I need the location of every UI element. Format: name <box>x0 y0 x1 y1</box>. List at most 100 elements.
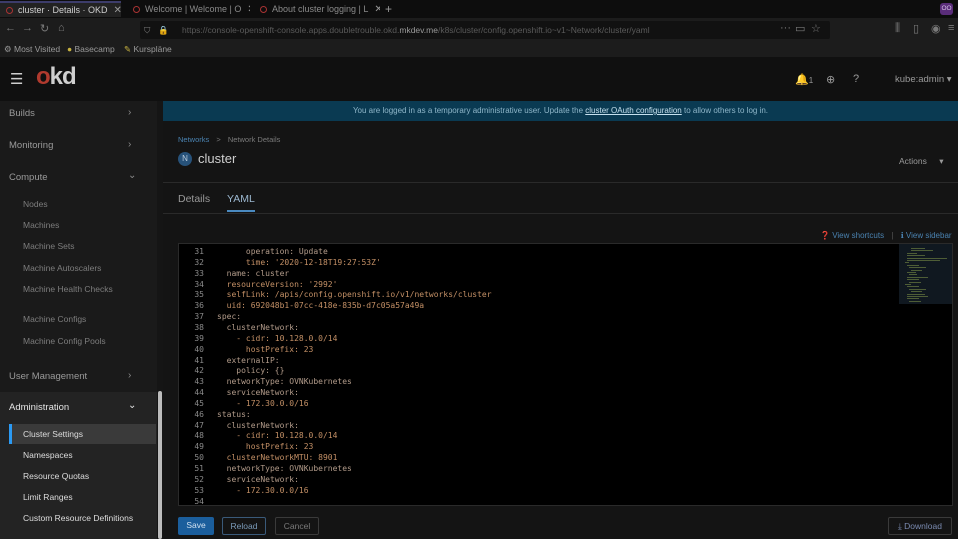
account-icon[interactable]: ◉ <box>931 22 941 35</box>
sidebar-item-machine-configs[interactable]: Machine Configs <box>23 314 86 324</box>
sidebar-item-machine-health-checks[interactable]: Machine Health Checks <box>23 284 113 294</box>
sidebar-item-nodes[interactable]: Nodes <box>23 199 48 209</box>
code-line[interactable]: spec: <box>217 312 241 321</box>
line-number: 38 <box>194 322 204 332</box>
line-number: 44 <box>194 388 204 398</box>
sidebar-section-builds[interactable]: Builds <box>9 108 35 119</box>
code-line[interactable]: - cidr: 10.128.0.0/14 <box>217 334 337 343</box>
oauth-config-link[interactable]: cluster OAuth configuration <box>585 106 682 115</box>
sidebar-icon[interactable]: ▯ <box>913 22 919 35</box>
code-line[interactable]: clusterNetwork: <box>217 421 299 430</box>
code-line[interactable]: resourceVersion: '2992' <box>217 280 338 289</box>
tab-yaml[interactable]: YAML <box>227 193 255 212</box>
bookmark-kursplaene[interactable]: ✎ Kurspläne <box>124 44 172 55</box>
yaml-editor[interactable]: 31 32 33 34 35 36 37 38 39 40 41 42 43 44 45 46 47 48 49 50… <box>178 243 953 506</box>
code-line[interactable]: networkType: OVNKubernetes <box>217 464 352 473</box>
code-line[interactable]: name: cluster <box>217 269 290 278</box>
line-number: 32 <box>194 257 204 267</box>
minimap-line <box>911 291 923 293</box>
view-shortcuts-link[interactable]: ❓ View shortcuts <box>820 231 884 240</box>
minimap-line <box>907 293 926 295</box>
banner-text-end: to allow others to log in. <box>683 106 769 115</box>
breadcrumb-current: Network Details <box>227 135 281 144</box>
more-icon[interactable]: ··· <box>780 22 791 34</box>
close-icon[interactable]: ✕ <box>241 4 250 15</box>
code-line[interactable]: clusterNetworkMTU: 8901 <box>217 453 338 462</box>
code-line[interactable]: - 172.30.0.0/16 <box>217 399 308 408</box>
code-line[interactable]: hostPrefix: 23 <box>217 442 313 451</box>
bookmark-most-visited[interactable]: ⚙ Most Visited <box>4 44 60 55</box>
code-line[interactable]: - 172.30.0.0/16 <box>217 486 308 495</box>
scrollbar-thumb[interactable] <box>158 391 162 539</box>
sidebar-item-cluster-settings[interactable]: Cluster Settings <box>23 429 83 439</box>
line-number: 45 <box>194 398 204 408</box>
forward-icon[interactable]: → <box>22 22 33 34</box>
actions-dropdown[interactable]: Actions ▾ <box>899 156 944 167</box>
reload-button[interactable]: Reload <box>222 517 266 535</box>
sidebar-section-compute[interactable]: Compute <box>9 172 48 183</box>
url-field[interactable]: ⛉ 🔒 https://console-openshift-console.ap… <box>140 21 830 39</box>
code-line[interactable]: policy: {} <box>217 366 284 375</box>
line-number: 42 <box>194 366 204 376</box>
new-tab-icon[interactable]: + <box>385 2 392 16</box>
library-icon[interactable]: ⫼ <box>895 22 900 35</box>
browser-tab[interactable]: About cluster logging | L ✕ <box>254 1 380 17</box>
save-button[interactable]: Save <box>178 517 214 535</box>
minimap-line <box>911 269 923 271</box>
page-tabs: Details YAML <box>163 189 958 213</box>
help-icon[interactable]: ? <box>853 73 859 85</box>
sidebar-section-administration[interactable]: Administration <box>9 402 69 413</box>
line-number: 46 <box>194 409 204 419</box>
code-line[interactable]: clusterNetwork: <box>217 323 299 332</box>
sidebar-item-machine-autoscalers[interactable]: Machine Autoscalers <box>23 263 101 273</box>
view-sidebar-link[interactable]: ℹ View sidebar <box>901 231 952 240</box>
user-menu[interactable]: kube:admin ▾ <box>895 74 952 85</box>
browser-tab[interactable]: Welcome | Welcome | O ✕ <box>127 1 250 17</box>
code-line[interactable]: operation: Update <box>217 247 328 256</box>
add-icon[interactable]: ⊕ <box>826 73 835 86</box>
sidebar-item-limit-ranges[interactable]: Limit Ranges <box>23 492 73 502</box>
minimap-line <box>905 284 911 285</box>
code-line[interactable]: - cidr: 10.128.0.0/14 <box>217 431 337 440</box>
sidebar-item-machine-config-pools[interactable]: Machine Config Pools <box>23 336 106 346</box>
sidebar-section-monitoring[interactable]: Monitoring <box>9 140 53 151</box>
code-line[interactable]: serviceNetwork: <box>217 475 299 484</box>
sidebar-section-user-management[interactable]: User Management <box>9 371 87 382</box>
code-line[interactable]: hostPrefix: 23 <box>217 345 313 354</box>
logo-o: o <box>36 63 51 90</box>
back-icon[interactable]: ← <box>5 22 16 34</box>
openshift-icon <box>133 5 140 13</box>
editor-minimap[interactable] <box>899 244 952 505</box>
close-icon[interactable]: ✕ <box>368 4 380 15</box>
star-icon[interactable]: ☆ <box>811 22 821 35</box>
page-title: cluster <box>198 151 237 166</box>
sidebar-item-machine-sets[interactable]: Machine Sets <box>23 241 75 251</box>
profile-avatar[interactable]: OO <box>940 3 953 15</box>
cancel-button[interactable]: Cancel <box>275 517 319 535</box>
code-line[interactable]: networkType: OVNKubernetes <box>217 377 352 386</box>
okd-logo[interactable]: okd <box>36 63 77 91</box>
minimap-line <box>911 250 934 252</box>
sidebar-item-custom-resource-definitions[interactable]: Custom Resource Definitions <box>23 513 133 523</box>
reload-icon[interactable]: ↻ <box>40 22 49 35</box>
code-line[interactable]: serviceNetwork: <box>217 388 299 397</box>
code-line[interactable]: uid: 692048b1-07cc-418e-835b-d7c05a57a49… <box>217 301 424 310</box>
home-icon[interactable]: ⌂ <box>58 22 65 34</box>
close-icon[interactable]: ✕ <box>108 5 121 16</box>
menu-icon[interactable]: ≡ <box>948 22 954 34</box>
code-line[interactable]: externalIP: <box>217 356 280 365</box>
download-button[interactable]: ⤓ Download <box>888 517 952 535</box>
hamburger-icon[interactable]: ☰ <box>10 70 23 88</box>
code-line[interactable]: status: <box>217 410 251 419</box>
sidebar-item-machines[interactable]: Machines <box>23 220 59 230</box>
tab-details[interactable]: Details <box>178 193 210 205</box>
sidebar-item-namespaces[interactable]: Namespaces <box>23 450 73 460</box>
bookmark-basecamp[interactable]: ● Basecamp <box>67 44 115 54</box>
pocket-icon[interactable]: ▭ <box>795 22 805 35</box>
code-line[interactable]: selfLink: /apis/config.openshift.io/v1/n… <box>217 290 492 299</box>
code-line[interactable]: time: '2020-12-18T19:27:53Z' <box>217 258 381 267</box>
breadcrumb-networks-link[interactable]: Networks <box>178 135 209 144</box>
browser-tab[interactable]: cluster · Details · OKD ✕ <box>0 1 121 17</box>
notifications-button[interactable]: 🔔1 <box>795 73 813 86</box>
sidebar-item-resource-quotas[interactable]: Resource Quotas <box>23 471 89 481</box>
